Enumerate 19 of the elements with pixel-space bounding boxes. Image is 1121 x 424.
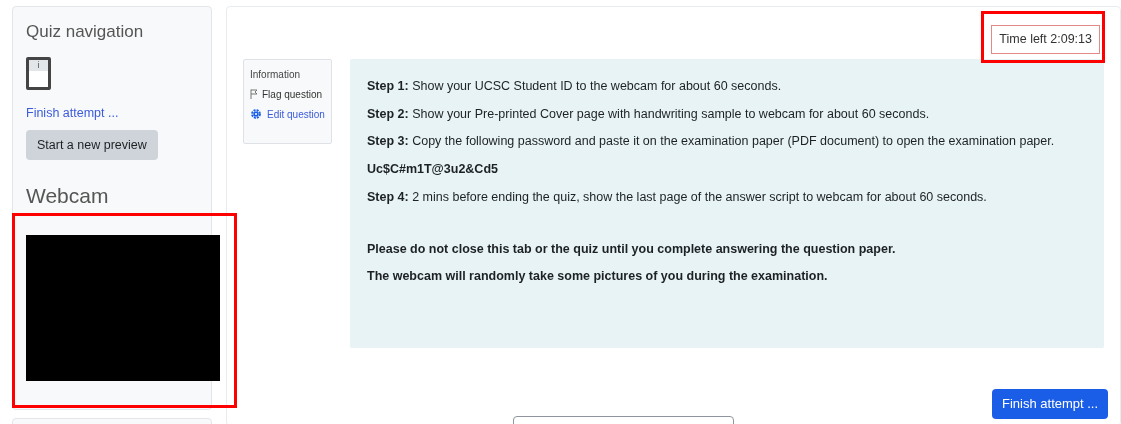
webcam-heading: Webcam — [26, 184, 110, 209]
flag-icon — [250, 89, 258, 100]
finish-attempt-link[interactable]: Finish attempt ... — [26, 103, 119, 123]
instruction-step: Step 1: Show your UCSC Student ID to the webcam for about 60 seconds. — [367, 76, 782, 96]
question-button[interactable]: i — [26, 56, 51, 90]
notice-text: The webcam will randomly take some pictures of you during the examination. — [367, 268, 828, 286]
finish-attempt-button[interactable]: Finish attempt ... — [992, 389, 1109, 419]
edit-question-link[interactable]: Edit question — [267, 108, 325, 120]
start-preview-button[interactable]: Start a new preview — [26, 130, 158, 161]
question-info-label: Information — [250, 67, 301, 82]
notice-text: Please do not close this tab or the quiz until you complete answering the question paper. — [367, 240, 896, 258]
instruction-step: Step 2: Show your Pre-printed Cover page with handwriting sample to webcam for about 60 seconds. — [367, 104, 930, 124]
flag-question-link[interactable]: Flag question — [262, 86, 323, 102]
instruction-step: Step 3: Copy the following password and paste it on the examination paper (PDF document) to open the examination paper. — [367, 132, 1055, 151]
sidebar-heading: Quiz navigation — [26, 21, 145, 43]
timer: Time left 2:09:13 — [991, 25, 1100, 54]
settings-icon — [250, 107, 262, 120]
password-text: Uc$C#m1T@3u2&Cd5 — [367, 161, 498, 178]
instruction-step: Step 4: 2 mins before ending the quiz, show the last page of the answer script to webcam for about 60 seconds. — [367, 187, 987, 207]
